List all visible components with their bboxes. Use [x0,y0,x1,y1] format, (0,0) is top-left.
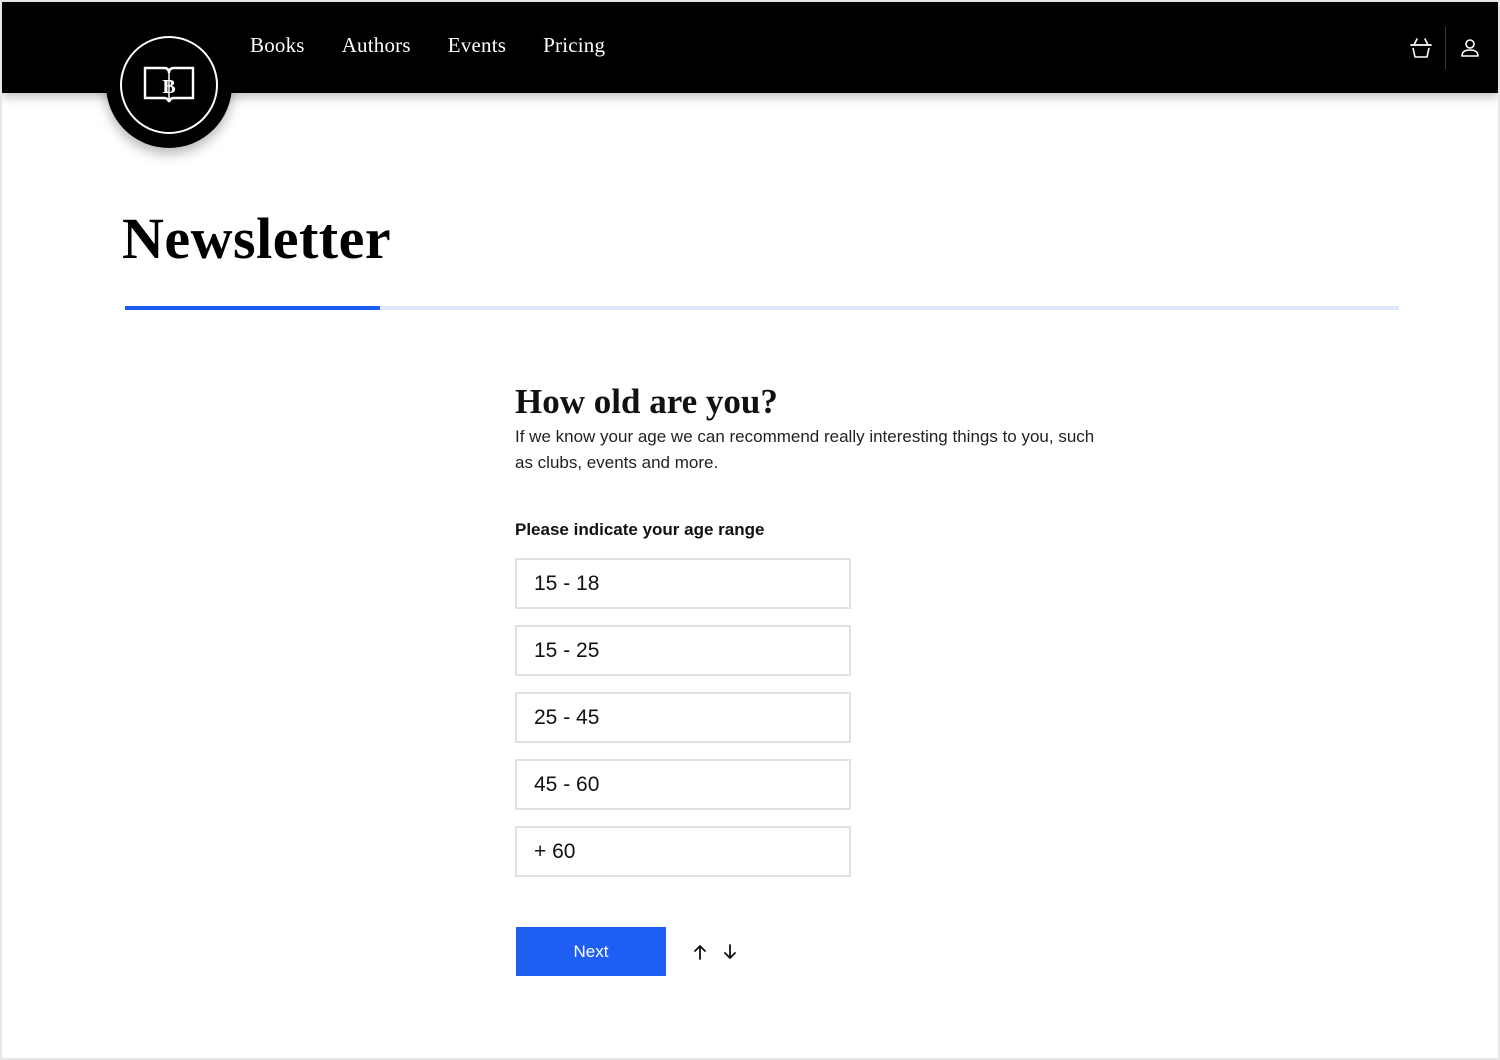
next-button[interactable]: Next [516,927,666,976]
nav-authors[interactable]: Authors [342,33,411,58]
form-actions: Next [516,927,744,976]
age-option-60-plus[interactable]: + 60 [515,826,851,877]
age-option-45-60[interactable]: 45 - 60 [515,759,851,810]
header-divider [1445,26,1446,69]
age-range-label: Please indicate your age range [515,520,765,539]
previous-question-button[interactable] [686,938,714,966]
logo-letter: B [162,76,175,98]
basket-icon [1410,37,1432,58]
age-option-25-45[interactable]: 25 - 45 [515,692,851,743]
nav-events[interactable]: Events [448,33,506,58]
arrow-down-icon [724,943,736,959]
logo-ring: B [120,36,218,134]
question-description: If we know your age we can recommend rea… [515,427,1095,472]
progress-fill [125,306,380,310]
age-option-15-18[interactable]: 15 - 18 [515,558,851,609]
age-form: How old are you? If we know your age we … [515,382,1115,893]
question-heading: How old are you? [515,382,778,421]
logo[interactable]: B [106,22,232,148]
header-actions [1399,2,1498,93]
book-icon: B [143,66,195,103]
age-option-15-25[interactable]: 15 - 25 [515,625,851,676]
nav-books[interactable]: Books [250,33,305,58]
page-title: Newsletter [122,206,392,271]
arrow-up-icon [694,944,706,960]
user-icon [1461,38,1479,57]
account-button[interactable] [1448,26,1492,70]
age-options: 15 - 18 15 - 25 25 - 45 45 - 60 + 60 [515,558,1115,877]
cart-button[interactable] [1399,26,1443,70]
main-nav: Books Authors Events Pricing [250,2,642,93]
app-frame: B Books Authors Events Pricing Newslette… [2,2,1498,1058]
next-question-button[interactable] [716,938,744,966]
progress-bar [125,306,1399,310]
nav-pricing[interactable]: Pricing [543,33,605,58]
